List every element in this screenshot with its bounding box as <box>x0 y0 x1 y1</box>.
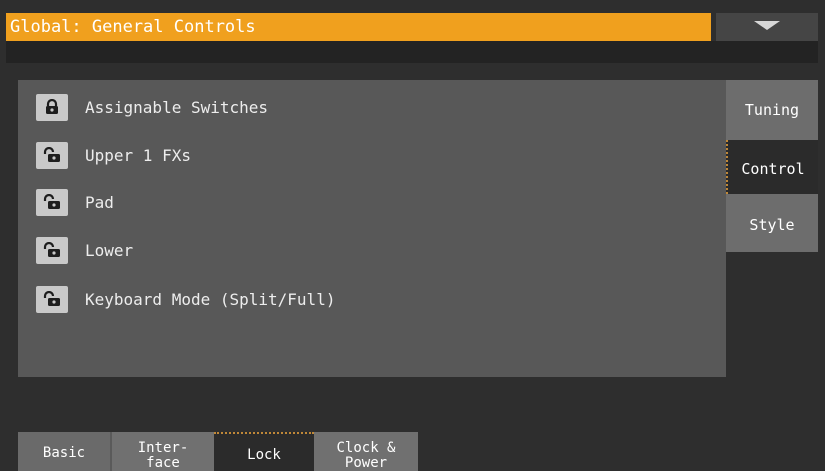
lock-item-label: Assignable Switches <box>85 97 269 117</box>
lock-item-pad[interactable]: Pad <box>36 187 114 217</box>
lock-item-label: Pad <box>85 192 114 212</box>
lock-toggle[interactable] <box>36 236 68 264</box>
tab-label: Basic <box>42 445 86 461</box>
tab-label-line1: Inter- <box>137 440 189 456</box>
page-menu-button[interactable] <box>716 13 818 41</box>
lock-item-keyboard-mode[interactable]: Keyboard Mode (Split/Full) <box>36 284 335 314</box>
lock-open-icon <box>43 242 60 257</box>
tab-label-line1: Clock & <box>336 440 396 456</box>
lock-item-label: Keyboard Mode (Split/Full) <box>85 289 336 309</box>
tab-label-line2: face <box>146 455 180 471</box>
lock-open-icon <box>43 291 60 306</box>
tab-lock[interactable]: Lock <box>214 432 314 471</box>
lock-toggle[interactable] <box>36 188 68 216</box>
lock-closed-icon <box>46 99 58 114</box>
header-strip <box>6 41 818 63</box>
lock-open-icon <box>43 194 60 209</box>
tab-basic[interactable]: Basic <box>18 432 110 471</box>
lock-item-upper-1-fxs[interactable]: Upper 1 FXs <box>36 140 191 170</box>
tab-clock-power[interactable]: Clock & Power <box>314 432 418 471</box>
tab-bar-filler <box>418 432 818 471</box>
tab-interface[interactable]: Inter- face <box>110 432 214 471</box>
tab-tuning[interactable]: Tuning <box>726 80 818 140</box>
lock-toggle[interactable] <box>36 285 68 313</box>
lock-item-lower[interactable]: Lower <box>36 235 133 265</box>
lock-item-label: Upper 1 FXs <box>85 145 191 165</box>
tab-label: Lock <box>247 447 281 463</box>
tab-control[interactable]: Control <box>726 140 818 194</box>
lock-open-icon <box>43 147 60 162</box>
lock-toggle[interactable] <box>36 141 68 169</box>
lock-item-label: Lower <box>85 240 134 260</box>
tab-style[interactable]: Style <box>726 194 818 252</box>
chevron-down-icon <box>754 21 780 30</box>
screen: Global: General Controls Assignable Swit… <box>0 0 825 471</box>
page-title: Global: General Controls <box>6 13 711 41</box>
lock-list-panel: Assignable Switches Upper 1 FXs Pad Lowe… <box>18 80 726 377</box>
lock-item-assignable-switches[interactable]: Assignable Switches <box>36 92 268 122</box>
lock-toggle[interactable] <box>36 93 68 121</box>
tab-label-line2: Power <box>344 455 388 471</box>
